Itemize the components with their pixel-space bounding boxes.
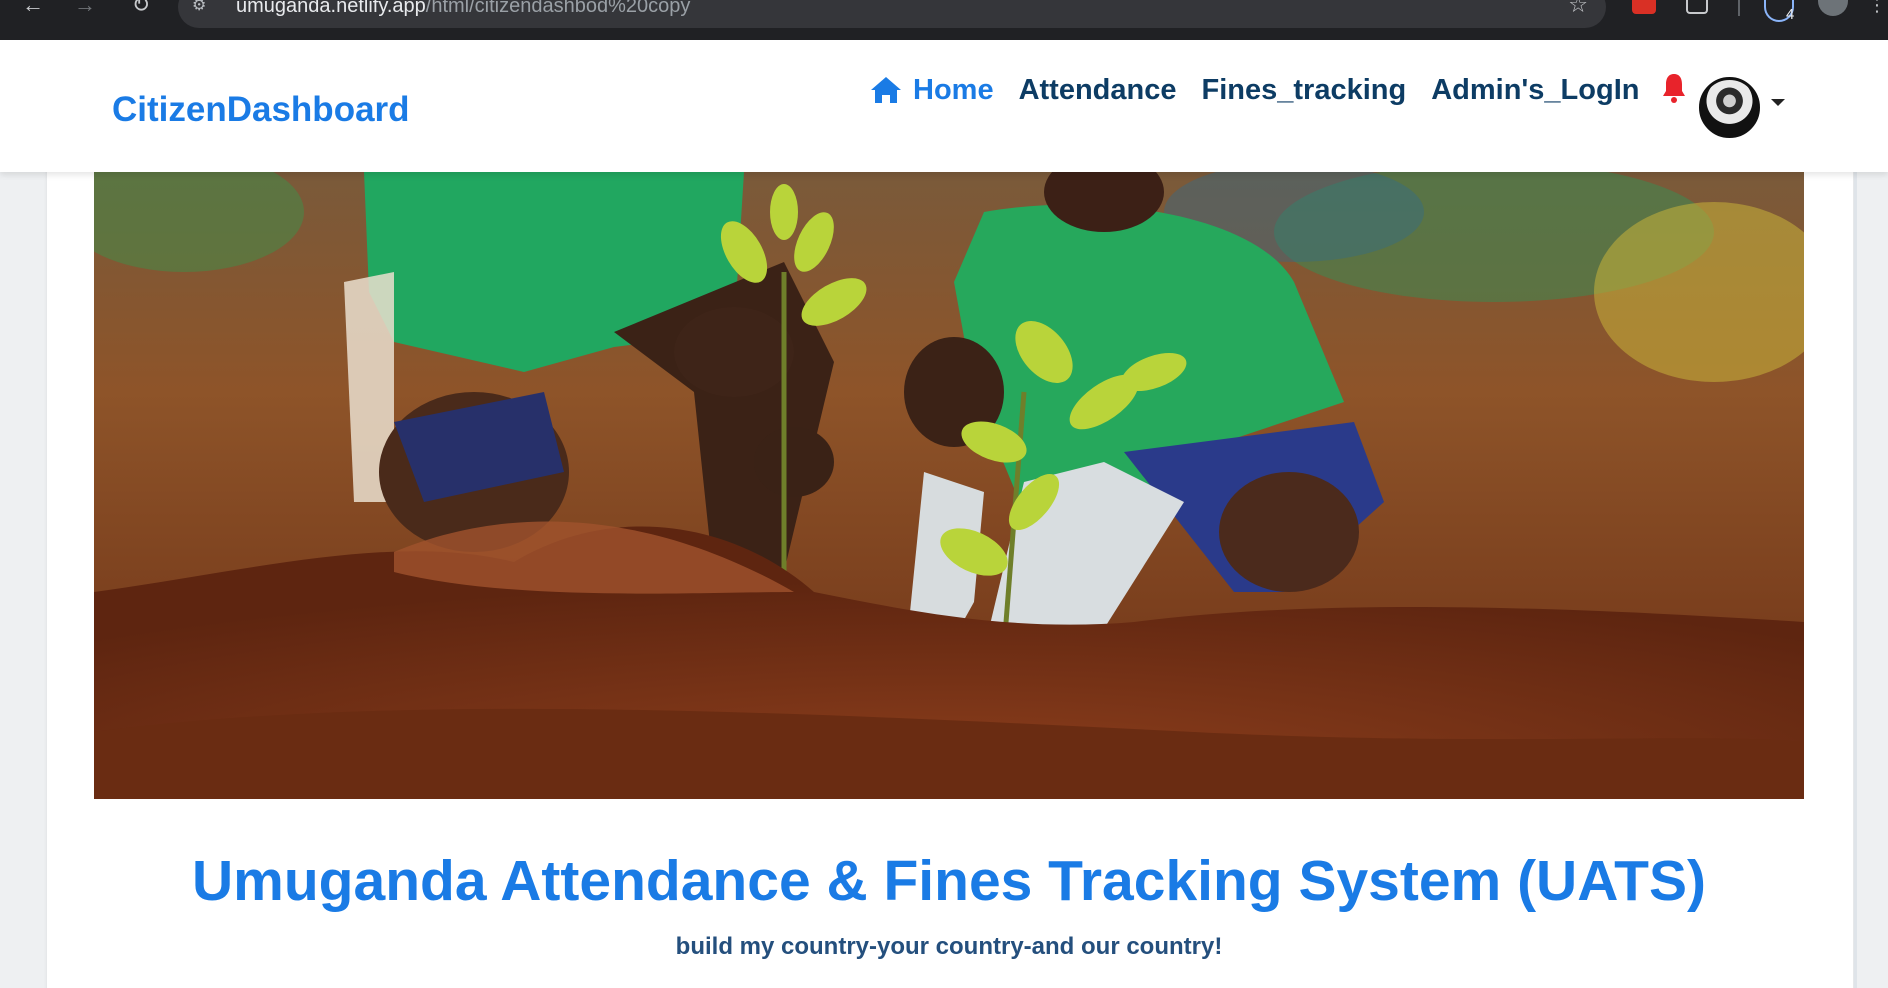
browser-chrome: ← → ↻ ⚙ umuganda.netlify.app/html/citize…: [0, 0, 1888, 40]
bell-icon[interactable]: [1661, 72, 1687, 104]
brand-logo-text[interactable]: CitizenDashboard: [112, 90, 410, 130]
navbar: CitizenDashboard Home Attendance Fines_t…: [0, 40, 1888, 172]
page-title: Umuganda Attendance & Fines Tracking Sys…: [192, 849, 1706, 913]
home-icon: [871, 77, 901, 103]
nav-admin-login[interactable]: Admin's_LogIn: [1431, 70, 1639, 110]
profile-avatar-icon[interactable]: [1818, 0, 1848, 16]
bookmark-star-icon[interactable]: ☆: [1568, 0, 1588, 16]
url-text[interactable]: umuganda.netlify.app/html/citizendashbod…: [236, 0, 690, 16]
nav-links: Home Attendance Fines_tracking Admin's_L…: [869, 70, 1664, 110]
hero-image: [94, 172, 1804, 799]
toolbar-divider: [1738, 0, 1740, 16]
more-menu-icon[interactable]: ⋮: [1868, 0, 1886, 14]
tree-planting-photo: [94, 172, 1804, 799]
address-bar[interactable]: ⚙ umuganda.netlify.app/html/citizendashb…: [178, 0, 1606, 28]
page-tagline: build my country-your country-and our co…: [675, 933, 1223, 960]
nav-fines-tracking[interactable]: Fines_tracking: [1202, 70, 1407, 110]
nav-attendance[interactable]: Attendance: [1019, 70, 1177, 110]
nav-home-label: Home: [913, 74, 994, 106]
chevron-down-icon[interactable]: [1771, 99, 1785, 106]
nav-home[interactable]: Home: [869, 70, 994, 110]
back-arrow-icon[interactable]: ←: [18, 0, 48, 16]
reload-icon[interactable]: ↻: [126, 0, 156, 16]
extensions-puzzle-icon[interactable]: [1686, 0, 1708, 14]
site-info-icon[interactable]: ⚙: [192, 0, 214, 14]
card-edge: [1854, 40, 1857, 988]
forward-arrow-icon[interactable]: →: [70, 0, 100, 16]
page-viewport: CitizenDashboard Home Attendance Fines_t…: [0, 40, 1888, 988]
user-avatar[interactable]: [1699, 77, 1760, 138]
extension-icon[interactable]: [1632, 0, 1656, 14]
downloads-count: 4: [1786, 6, 1795, 23]
